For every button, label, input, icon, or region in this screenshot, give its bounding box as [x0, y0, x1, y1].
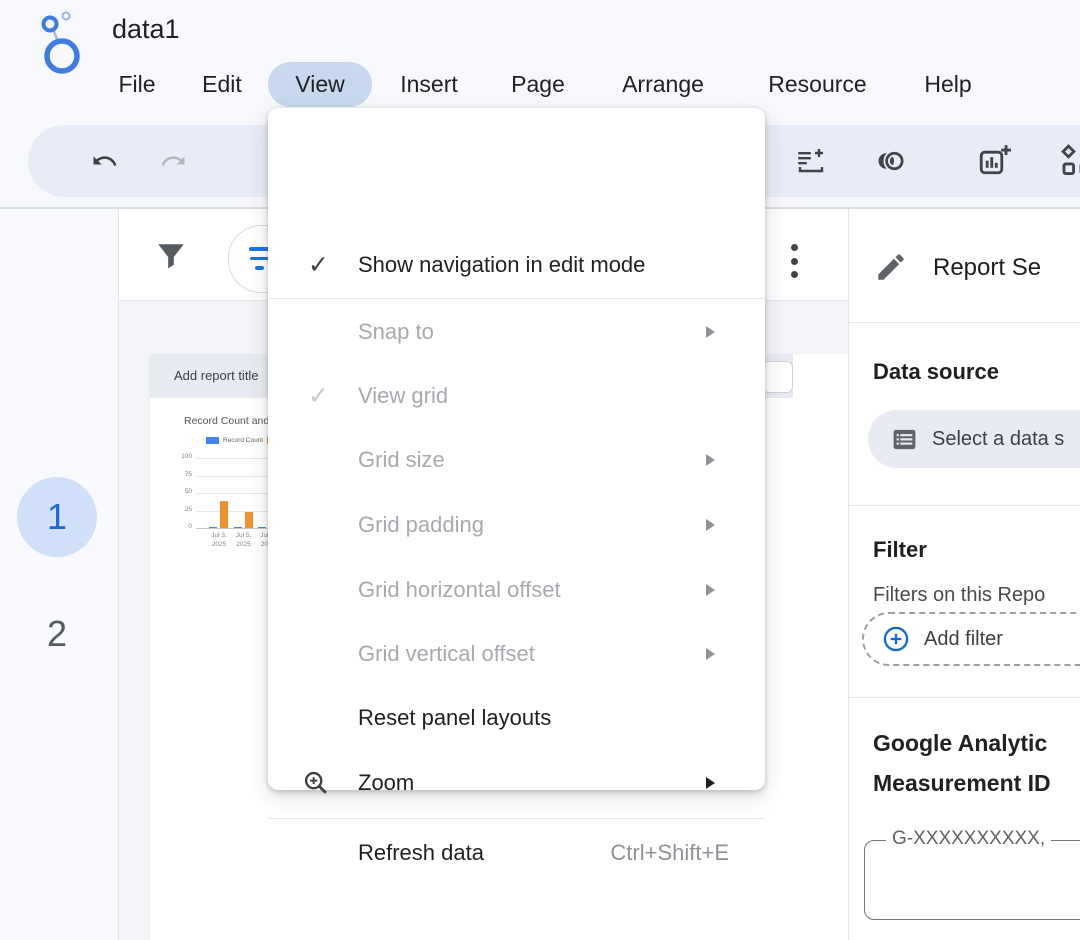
submenu-arrow-icon — [706, 584, 715, 596]
panel-header: Report Se — [933, 254, 1041, 282]
filter-funnel-icon[interactable] — [154, 240, 188, 274]
page-thumbnail-2[interactable]: 2 — [17, 594, 97, 674]
data-source-heading: Data source — [873, 359, 999, 385]
more-options-menu[interactable] — [791, 244, 799, 278]
y-tick: 50 — [170, 488, 192, 495]
y-tick: 0 — [170, 523, 192, 530]
measurement-id-input-label: G-XXXXXXXXXX, — [886, 828, 1051, 850]
y-tick: 25 — [170, 506, 192, 513]
report-title-handle[interactable] — [762, 361, 793, 393]
view-menu-dropdown: ✓ Show navigation in edit mode Snap to ✓… — [268, 108, 765, 790]
menu-item-snap-to[interactable]: Snap to — [268, 300, 765, 364]
looker-studio-app: data1 File Edit View Insert Page Arrange… — [0, 0, 1080, 940]
menu-item-reset-panel-layouts[interactable]: Reset panel layouts — [268, 686, 765, 750]
add-chart-icon — [977, 143, 1011, 177]
ga-heading-line1: Google Analytic — [873, 730, 1047, 757]
chart-title: Record Count and C — [184, 415, 280, 427]
filter-subtext: Filters on this Repo — [873, 584, 1045, 607]
menubar-item-file[interactable]: File — [112, 62, 162, 107]
undo-icon — [90, 147, 118, 175]
redo-icon — [160, 147, 188, 175]
submenu-arrow-icon — [706, 326, 715, 338]
menu-item-view-grid[interactable]: ✓ View grid — [268, 364, 765, 428]
menubar-item-help[interactable]: Help — [918, 62, 978, 107]
undo-button[interactable] — [86, 143, 122, 179]
add-data-button[interactable] — [793, 143, 829, 179]
blend-data-button[interactable] — [873, 145, 907, 177]
checkmark-icon: ✓ — [308, 250, 329, 280]
menu-item-show-navigation[interactable]: ✓ Show navigation in edit mode — [268, 233, 765, 297]
add-community-visualization-button[interactable] — [1058, 141, 1080, 179]
add-circle-icon — [882, 625, 910, 653]
community-visualization-icon — [1060, 143, 1080, 177]
menu-item-grid-size[interactable]: Grid size — [268, 428, 765, 492]
submenu-arrow-icon — [706, 777, 715, 789]
measurement-id-input[interactable] — [864, 840, 1080, 920]
redo-button[interactable] — [156, 143, 192, 179]
submenu-arrow-icon — [706, 454, 715, 466]
blend-icon — [874, 146, 906, 176]
ga-heading-line2: Measurement ID — [873, 770, 1051, 797]
menubar-item-resource[interactable]: Resource — [757, 62, 878, 107]
keyboard-shortcut: Ctrl+Shift+E — [610, 840, 729, 866]
menubar-item-page[interactable]: Page — [506, 62, 570, 107]
zoom-in-icon — [302, 769, 330, 797]
menubar-item-arrange[interactable]: Arrange — [610, 62, 716, 107]
menu-item-grid-horizontal-offset[interactable]: Grid horizontal offset — [268, 558, 765, 622]
menu-item-grid-vertical-offset[interactable]: Grid vertical offset — [268, 622, 765, 686]
filter-heading: Filter — [873, 537, 927, 563]
select-data-source-button[interactable]: Select a data s — [868, 410, 1080, 468]
menu-item-refresh-data[interactable]: Refresh data Ctrl+Shift+E — [268, 820, 765, 886]
checkmark-icon: ✓ — [308, 381, 329, 411]
y-tick: 75 — [170, 471, 192, 478]
looker-studio-logo — [40, 8, 84, 74]
legend-swatch-blue — [206, 437, 219, 444]
properties-panel: Report Se Data source Select a data s Fi… — [849, 209, 1080, 940]
submenu-arrow-icon — [706, 519, 715, 531]
y-tick: 100 — [170, 453, 192, 460]
pencil-icon — [874, 250, 908, 284]
menubar-item-view[interactable]: View — [268, 62, 372, 107]
menu-item-zoom[interactable]: Zoom — [268, 751, 765, 815]
add-chart-button[interactable] — [975, 141, 1013, 179]
add-data-icon — [795, 145, 827, 177]
menu-divider — [268, 298, 765, 299]
menu-divider — [268, 818, 765, 819]
menubar-item-edit[interactable]: Edit — [197, 62, 247, 107]
page-navigation: 1 2 — [0, 209, 118, 940]
add-filter-button[interactable]: Add filter — [862, 612, 1080, 666]
menu-item-grid-padding[interactable]: Grid padding — [268, 493, 765, 557]
page-thumbnail-1[interactable]: 1 — [17, 477, 97, 557]
menubar-item-insert[interactable]: Insert — [393, 62, 465, 107]
data-source-icon — [890, 425, 919, 454]
report-title[interactable]: data1 — [112, 14, 180, 45]
submenu-arrow-icon — [706, 648, 715, 660]
